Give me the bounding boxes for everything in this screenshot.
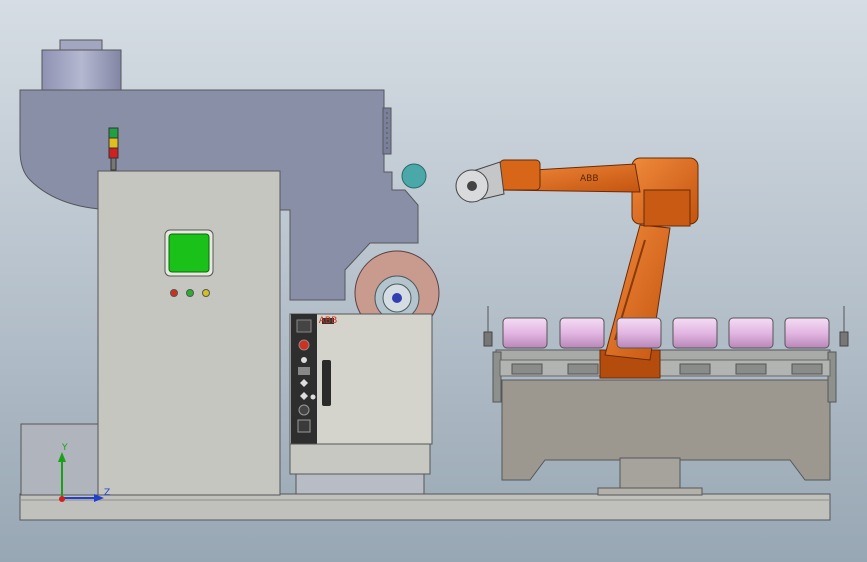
base-plate: [19, 493, 831, 521]
signal-light-yellow: [108, 137, 119, 149]
roll-1: [502, 317, 548, 349]
controller-handle: [322, 360, 331, 406]
signal-light-green: [108, 127, 119, 139]
indicator-light-yellow: [202, 289, 210, 297]
controller-badge: ABB: [319, 316, 338, 326]
roll-2: [559, 317, 605, 349]
assembly-drawing: ABB ABB Y Z: [0, 0, 867, 562]
emergency-stop-icon: [298, 339, 310, 351]
robot-badge: ABB: [580, 174, 599, 184]
y-axis-label: Y: [61, 443, 68, 453]
origin-marker: [59, 496, 65, 502]
cad-assembly-view: ABB ABB Y Z: [0, 0, 867, 562]
roll-4: [672, 317, 718, 349]
robot-controller: ABB: [289, 313, 433, 495]
roll-6: [784, 317, 830, 349]
indicator-light-green: [186, 289, 194, 297]
roll-3: [616, 317, 662, 349]
z-axis-label: Z: [104, 488, 110, 498]
hmi-screen: [168, 233, 210, 273]
teal-knob: [401, 163, 427, 189]
signal-light-red: [108, 147, 119, 159]
indicator-light-red: [170, 289, 178, 297]
roll-5: [728, 317, 774, 349]
robot-wrist: [499, 159, 541, 191]
main-cabinet: [97, 170, 281, 496]
